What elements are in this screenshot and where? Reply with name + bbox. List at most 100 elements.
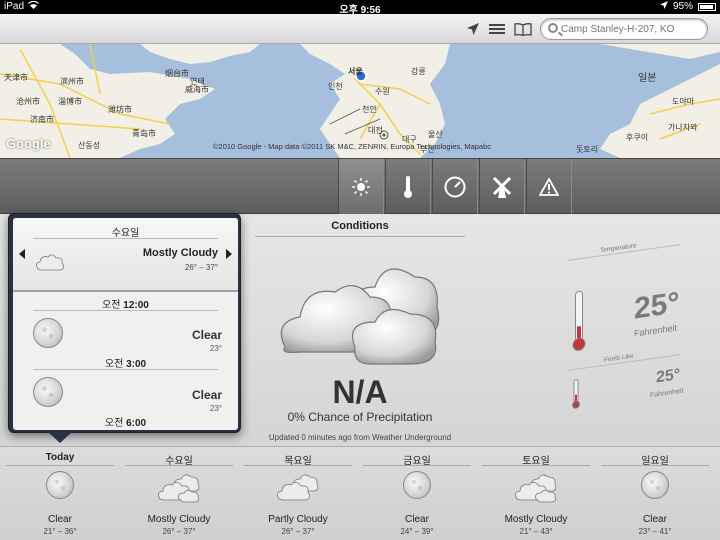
thermometer-icon: [572, 379, 580, 409]
map-label: 淄博市: [58, 97, 82, 106]
map-label: 울산: [428, 130, 443, 139]
temperature-value: 25°: [634, 286, 680, 326]
location-arrow-icon[interactable]: [463, 20, 483, 38]
map-label: 沧州市: [16, 97, 40, 106]
divider: [33, 238, 218, 239]
tab-conditions[interactable]: [338, 159, 384, 214]
hour-time: 오전 6:00: [13, 414, 238, 429]
map-label: 후쿠이: [626, 133, 649, 142]
forecast-day[interactable]: 목요일 Partly Cloudy 26° – 37°: [240, 447, 356, 540]
hour-condition: Clear: [191, 328, 222, 342]
moon-icon: [46, 471, 74, 499]
list-icon[interactable]: [487, 20, 507, 38]
forecast-day[interactable]: 토요일 Mostly Cloudy 21° – 43°: [478, 447, 594, 540]
tab-wind[interactable]: [479, 159, 525, 214]
hour-time-value: 6:00: [126, 418, 147, 429]
tab-temperature[interactable]: [385, 159, 431, 214]
divider: [482, 465, 590, 466]
map-shapes: [0, 44, 720, 158]
divider: [33, 310, 218, 311]
moon-icon: [33, 377, 63, 407]
cloud-icon: [280, 268, 440, 365]
map-label: 강릉: [411, 67, 426, 76]
map-label: 돗토리: [576, 145, 599, 154]
forecast-day[interactable]: 수요일 Mostly Cloudy 26° – 37°: [121, 447, 237, 540]
forecast-day-name: Today: [45, 452, 75, 463]
divider: [244, 465, 352, 466]
map-view[interactable]: 서울 인천 수원 천안 대전 대구 울산 부산 강릉 일본 도야마 가나자와 후…: [0, 44, 720, 158]
map-label: 济南市: [30, 115, 54, 124]
map-label: 수원: [375, 87, 390, 96]
search-field[interactable]: [540, 18, 708, 40]
map-label: 가나자와: [668, 123, 698, 132]
divider: [6, 465, 114, 466]
map-label: 서울: [348, 67, 363, 76]
condition-value: N/A: [332, 374, 388, 410]
warning-icon: [538, 177, 560, 196]
hour-temperature: 23°: [209, 404, 222, 413]
daily-forecast: Today Clear 21° – 36° 수요일 Mostly Cloudy …: [0, 446, 720, 540]
forecast-condition: Clear: [643, 514, 667, 525]
feels-like-value: 25°: [656, 366, 681, 387]
forecast-day-today[interactable]: Today Clear 21° – 36°: [2, 447, 118, 540]
moon-icon: [33, 318, 63, 348]
cloud-icon: [36, 254, 64, 271]
updated-note: Updated 0 minutes ago from Weather Under…: [268, 433, 452, 442]
forecast-condition: Clear: [48, 514, 72, 525]
forecast-range: 23° – 41°: [638, 527, 672, 536]
tab-pressure[interactable]: [432, 159, 478, 214]
thermometer-icon: [404, 176, 412, 198]
popover-pointer: [48, 432, 72, 443]
forecast-day[interactable]: 일요일 Clear 23° – 41°: [597, 447, 713, 540]
popover-day-header: 수요일 Mostly Cloudy 26° – 37°: [13, 218, 238, 292]
search-icon: [548, 23, 558, 33]
cloud-icon: [158, 474, 200, 503]
forecast-range: 21° – 36°: [43, 527, 77, 536]
forecast-range: 26° – 37°: [162, 527, 196, 536]
forecast-condition: Clear: [405, 514, 429, 525]
search-input[interactable]: [561, 21, 701, 37]
sun-icon: [352, 178, 370, 196]
forecast-day[interactable]: 금요일 Clear 24° – 39°: [359, 447, 475, 540]
divider: [33, 369, 218, 370]
feels-like-card: Feels Like 25° Fahrenheit: [568, 346, 684, 422]
gauge-icon: [444, 176, 466, 198]
divider: [601, 465, 709, 466]
forecast-range: 21° – 43°: [519, 527, 553, 536]
conditions-title: Conditions: [331, 220, 389, 232]
divider: [255, 236, 465, 237]
forecast-condition: Mostly Cloudy: [147, 514, 211, 525]
cloud-icon: [515, 474, 557, 503]
popover-content: 수요일 Mostly Cloudy 26° – 37° 오전 12:00 Cle…: [13, 218, 238, 430]
hour-time-prefix: 오전: [104, 418, 124, 429]
hour-condition: Clear: [191, 388, 222, 402]
map-label: 潍坊市: [108, 105, 132, 114]
map-copyright: ©2010 Google - Map data ©2011 SK M&C, ZE…: [213, 142, 492, 151]
popover-condition: Mostly Cloudy: [142, 247, 218, 259]
moon-icon: [403, 471, 431, 499]
windmill-icon: [492, 176, 512, 198]
popover-day: 수요일: [111, 228, 140, 239]
cloud-icon: [277, 474, 319, 501]
moon-icon: [641, 471, 669, 499]
forecast-condition: Mostly Cloudy: [504, 514, 568, 525]
hourly-popover: 수요일 Mostly Cloudy 26° – 37° 오전 12:00 Cle…: [8, 213, 241, 433]
map-label: 연태: [190, 77, 205, 86]
map-label: 인천: [328, 82, 343, 91]
map-label: 도야마: [672, 97, 695, 106]
bookmarks-icon[interactable]: [513, 20, 533, 38]
divider: [125, 465, 233, 466]
forecast-range: 24° – 39°: [400, 527, 434, 536]
popover-range: 26° – 37°: [184, 263, 218, 272]
precipitation-chance: 0% Chance of Precipitation: [287, 410, 433, 424]
divider: [363, 465, 471, 466]
previous-day-arrow-icon[interactable]: [19, 249, 25, 259]
next-day-arrow-icon[interactable]: [226, 249, 232, 259]
thermometer-icon: [572, 290, 586, 351]
toolbar: [0, 14, 720, 44]
map-label: 青岛市: [132, 129, 156, 138]
feels-like-unit: Fahrenheit: [650, 387, 684, 400]
google-logo: Google: [6, 136, 51, 151]
tab-alerts[interactable]: [526, 159, 572, 214]
map-label: 天津市: [4, 73, 28, 82]
